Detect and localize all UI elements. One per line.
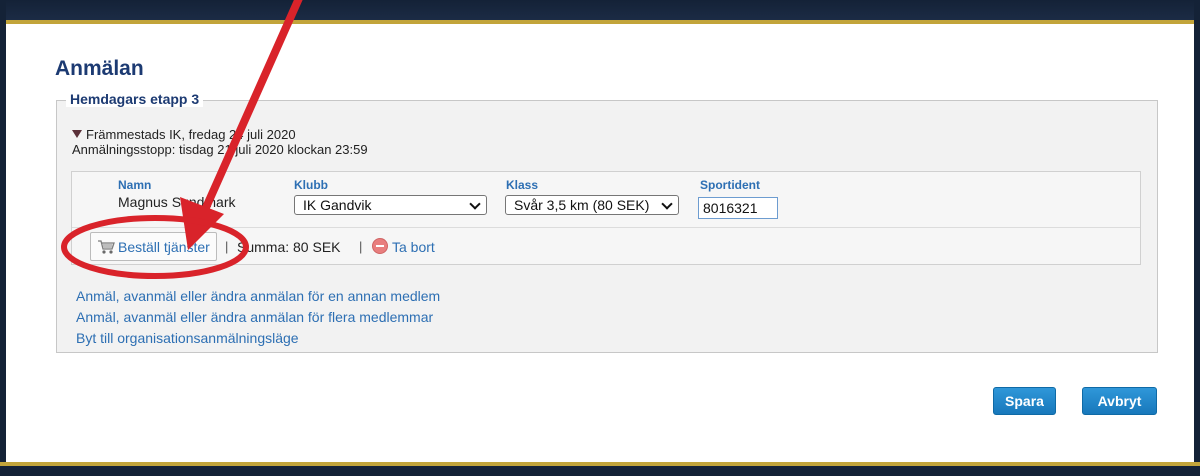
chevron-down-icon: [469, 198, 481, 210]
link-other-member[interactable]: Anmäl, avanmäl eller ändra anmälan för e…: [76, 288, 440, 304]
class-select-value: Svår 3,5 km (80 SEK): [514, 197, 650, 213]
separator: |: [359, 239, 363, 254]
club-select-value: IK Gandvik: [303, 197, 372, 213]
cart-icon: [98, 240, 115, 254]
column-header-name: Namn: [118, 178, 152, 192]
event-organizer-date: Främmestads IK, fredag 24 juli 2020: [86, 127, 296, 142]
class-select[interactable]: Svår 3,5 km (80 SEK): [505, 195, 679, 215]
right-frame-bar: [1194, 0, 1200, 476]
column-header-sportident: Sportident: [700, 178, 760, 192]
club-select[interactable]: IK Gandvik: [294, 195, 487, 215]
triangle-down-icon[interactable]: [72, 130, 82, 138]
remove-icon[interactable]: [372, 238, 388, 254]
order-services-label: Beställ tjänster: [118, 239, 210, 255]
chevron-down-icon: [661, 198, 673, 210]
registration-page: Anmälan Hemdagars etapp 3 Främmestads IK…: [6, 24, 1194, 462]
event-organizer-row: Främmestads IK, fredag 24 juli 2020: [72, 127, 368, 142]
entry-divider: [72, 227, 1140, 228]
cancel-button[interactable]: Avbryt: [1082, 387, 1157, 415]
sum-text: Summa: 80 SEK: [237, 239, 341, 255]
link-organization-mode[interactable]: Byt till organisationsanmälningsläge: [76, 330, 299, 346]
order-services-button[interactable]: Beställ tjänster: [90, 232, 217, 261]
page-title: Anmälan: [55, 57, 144, 80]
event-deadline: Anmälningsstopp: tisdag 21 juli 2020 klo…: [72, 142, 368, 157]
link-multiple-members[interactable]: Anmäl, avanmäl eller ändra anmälan för f…: [76, 309, 433, 325]
save-button[interactable]: Spara: [993, 387, 1056, 415]
event-info: Främmestads IK, fredag 24 juli 2020 Anmä…: [72, 127, 368, 157]
event-name: Hemdagars etapp 3: [66, 91, 204, 107]
separator: |: [225, 239, 229, 254]
top-frame-bar: [0, 0, 1200, 22]
column-header-class: Klass: [506, 178, 539, 192]
event-fieldset: Hemdagars etapp 3 Främmestads IK, fredag…: [56, 91, 1158, 353]
sportident-input[interactable]: 8016321: [698, 197, 778, 219]
entry-row: Namn Klubb Klass Sportident Magnus Sundm…: [71, 171, 1141, 265]
remove-link[interactable]: Ta bort: [392, 239, 435, 255]
column-header-club: Klubb: [294, 178, 328, 192]
entry-name: Magnus Sundmark: [118, 194, 236, 210]
bottom-frame-bar: [0, 466, 1200, 476]
